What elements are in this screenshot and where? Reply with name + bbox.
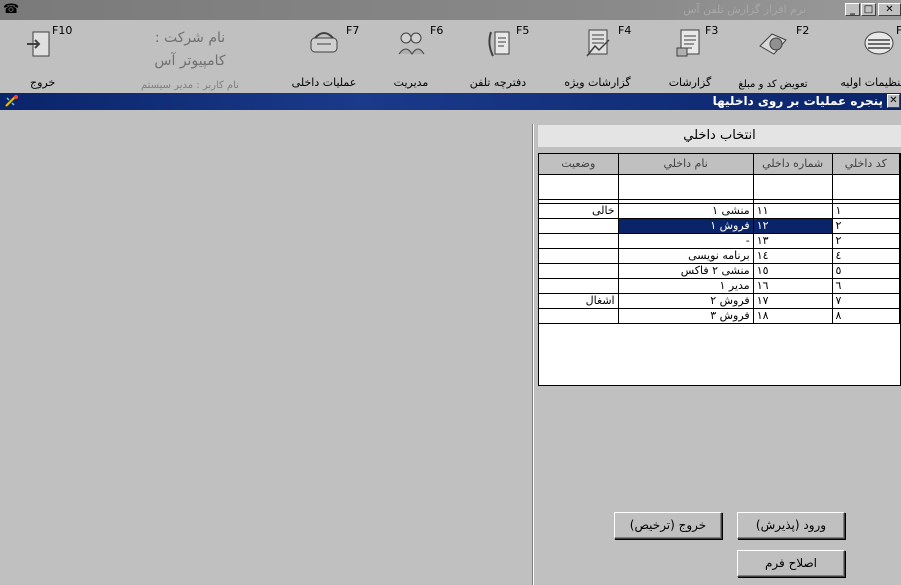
company-name-value: کامپیوتر آس	[154, 53, 226, 69]
subwindow-close-button[interactable]: ✕	[887, 94, 900, 108]
cell-code[interactable]: ۲	[832, 233, 900, 249]
cell-status[interactable]	[539, 248, 619, 264]
cell-code[interactable]: ٤	[832, 248, 900, 264]
cell-status[interactable]	[539, 278, 619, 294]
phonebook-icon	[488, 31, 510, 57]
cell-code[interactable]: ٦	[832, 278, 900, 294]
exchange-icon	[759, 33, 787, 55]
panel-title: انتخاب داخلي	[538, 125, 901, 147]
cell-number[interactable]: ۱٥	[753, 263, 833, 279]
toolbar-settings-button[interactable]: F1 تنظیمات اولیه	[836, 20, 901, 93]
cell-code[interactable]: ۸	[832, 308, 900, 324]
column-header-code[interactable]: کد داخلي	[832, 154, 900, 175]
management-icon	[398, 32, 425, 55]
wand-icon	[5, 95, 18, 107]
table-row[interactable]: خالی منشی ۱ ۱۱ ۱	[539, 203, 900, 219]
toolbar-special-reports-button[interactable]: F4 گزارشات ویژه	[560, 20, 635, 93]
table-row[interactable]: منشی ۲ فاکس ۱٥ ٥	[539, 263, 900, 279]
cell-name[interactable]: فروش ۱	[618, 218, 754, 234]
extensions-table[interactable]: وضعيت نام داخلي شماره داخلي کد داخلي خال…	[538, 153, 901, 386]
company-name-label: نام شرکت :	[154, 30, 226, 46]
window-title: نرم افزار گزارش تلفن آس	[683, 3, 806, 16]
minimize-button[interactable]: _	[845, 3, 860, 16]
title-bar: ☎ نرم افزار گزارش تلفن آس _ □ ✕	[0, 0, 901, 20]
cell-status[interactable]	[539, 263, 619, 279]
column-header-status[interactable]: وضعيت	[539, 154, 619, 175]
filter-row[interactable]	[539, 174, 900, 200]
cell-status[interactable]	[539, 308, 619, 324]
toolbar-phonebook-button[interactable]: F5 دفترچه تلفن	[462, 20, 534, 93]
cell-code[interactable]: ۱	[832, 203, 900, 219]
phone-app-icon[interactable]: ☎	[3, 2, 19, 18]
cell-code[interactable]: ٥	[832, 263, 900, 279]
close-button[interactable]: ✕	[878, 3, 901, 16]
column-header-name[interactable]: نام داخلي	[618, 154, 754, 175]
cell-name[interactable]: منشی ۱	[618, 203, 754, 219]
cell-number[interactable]: ۱٤	[753, 248, 833, 264]
toolbar-reports-button[interactable]: F3 گزارشات	[655, 20, 725, 93]
cell-name[interactable]: فروش ۲	[618, 293, 754, 309]
cell-name[interactable]: مدیر ۱	[618, 278, 754, 294]
cell-name[interactable]: منشی ۲ فاکس	[618, 263, 754, 279]
edit-form-button[interactable]: اصلاح فرم	[737, 550, 845, 577]
internal-ops-icon	[310, 32, 338, 53]
company-info: نام شرکت : کامپیوتر آس نام کاربر : مدیر …	[105, 20, 275, 93]
subwindow-title: پنجره عملیات بر روی داخلیها	[712, 94, 883, 108]
cell-number[interactable]: ۱۷	[753, 293, 833, 309]
cell-status[interactable]	[539, 233, 619, 249]
report-icon	[676, 29, 700, 57]
toolbar-exchange-button[interactable]: F2 تعویض کد و مبلغ	[730, 20, 816, 93]
cell-number[interactable]: ۱۳	[753, 233, 833, 249]
user-name-label: نام کاربر : مدیر سیستم	[141, 80, 239, 91]
cell-status[interactable]: خالی	[539, 203, 619, 219]
table-row[interactable]: اشغال فروش ۲ ۱۷ ۷	[539, 293, 900, 309]
cell-name[interactable]: فروش ۳	[618, 308, 754, 324]
filter-name-cell[interactable]	[618, 174, 754, 200]
maximize-button[interactable]: □	[861, 3, 876, 16]
cell-number[interactable]: ۱۲	[753, 218, 833, 234]
table-row[interactable]: فروش ۱ ۱۲ ۲	[539, 218, 900, 234]
cell-status[interactable]	[539, 218, 619, 234]
cell-name[interactable]: -	[618, 233, 754, 249]
special-report-icon	[585, 29, 610, 57]
cell-number[interactable]: ۱٦	[753, 278, 833, 294]
exit-discharge-button[interactable]: خروج (ترخيص)	[614, 512, 722, 539]
cell-code[interactable]: ۷	[832, 293, 900, 309]
enter-button[interactable]: ورود (پذيرش)	[737, 512, 845, 539]
gear-icon	[864, 31, 894, 55]
subwindow-title-bar: پنجره عملیات بر روی داخلیها ✕	[0, 93, 901, 110]
cell-status[interactable]: اشغال	[539, 293, 619, 309]
filter-status-cell[interactable]	[539, 174, 619, 200]
column-header-number[interactable]: شماره داخلي	[753, 154, 833, 175]
table-row[interactable]: -۱۳ ۲	[539, 233, 900, 249]
toolbar-internal-ops-button[interactable]: F7 عملیات داخلی	[282, 20, 366, 93]
cell-number[interactable]: ۱۱	[753, 203, 833, 219]
panel-divider	[532, 124, 534, 585]
toolbar-management-button[interactable]: F6 مدیریت	[378, 20, 444, 93]
cell-code[interactable]: ۲	[832, 218, 900, 234]
filter-number-cell[interactable]	[753, 174, 833, 200]
cell-number[interactable]: ۱۸	[753, 308, 833, 324]
table-row[interactable]: مدیر ۱ ۱٦ ٦	[539, 278, 900, 294]
cell-name[interactable]: برنامه نویسی	[618, 248, 754, 264]
toolbar-exit-button[interactable]: F10 خروج	[14, 20, 76, 93]
table-row[interactable]: برنامه نویسی ۱٤ ٤	[539, 248, 900, 264]
filter-code-cell[interactable]	[832, 174, 900, 200]
table-row[interactable]: فروش ۳ ۱۸ ۸	[539, 308, 900, 324]
main-content: انتخاب داخلي وضعيت نام داخلي شماره داخلي…	[0, 110, 901, 585]
